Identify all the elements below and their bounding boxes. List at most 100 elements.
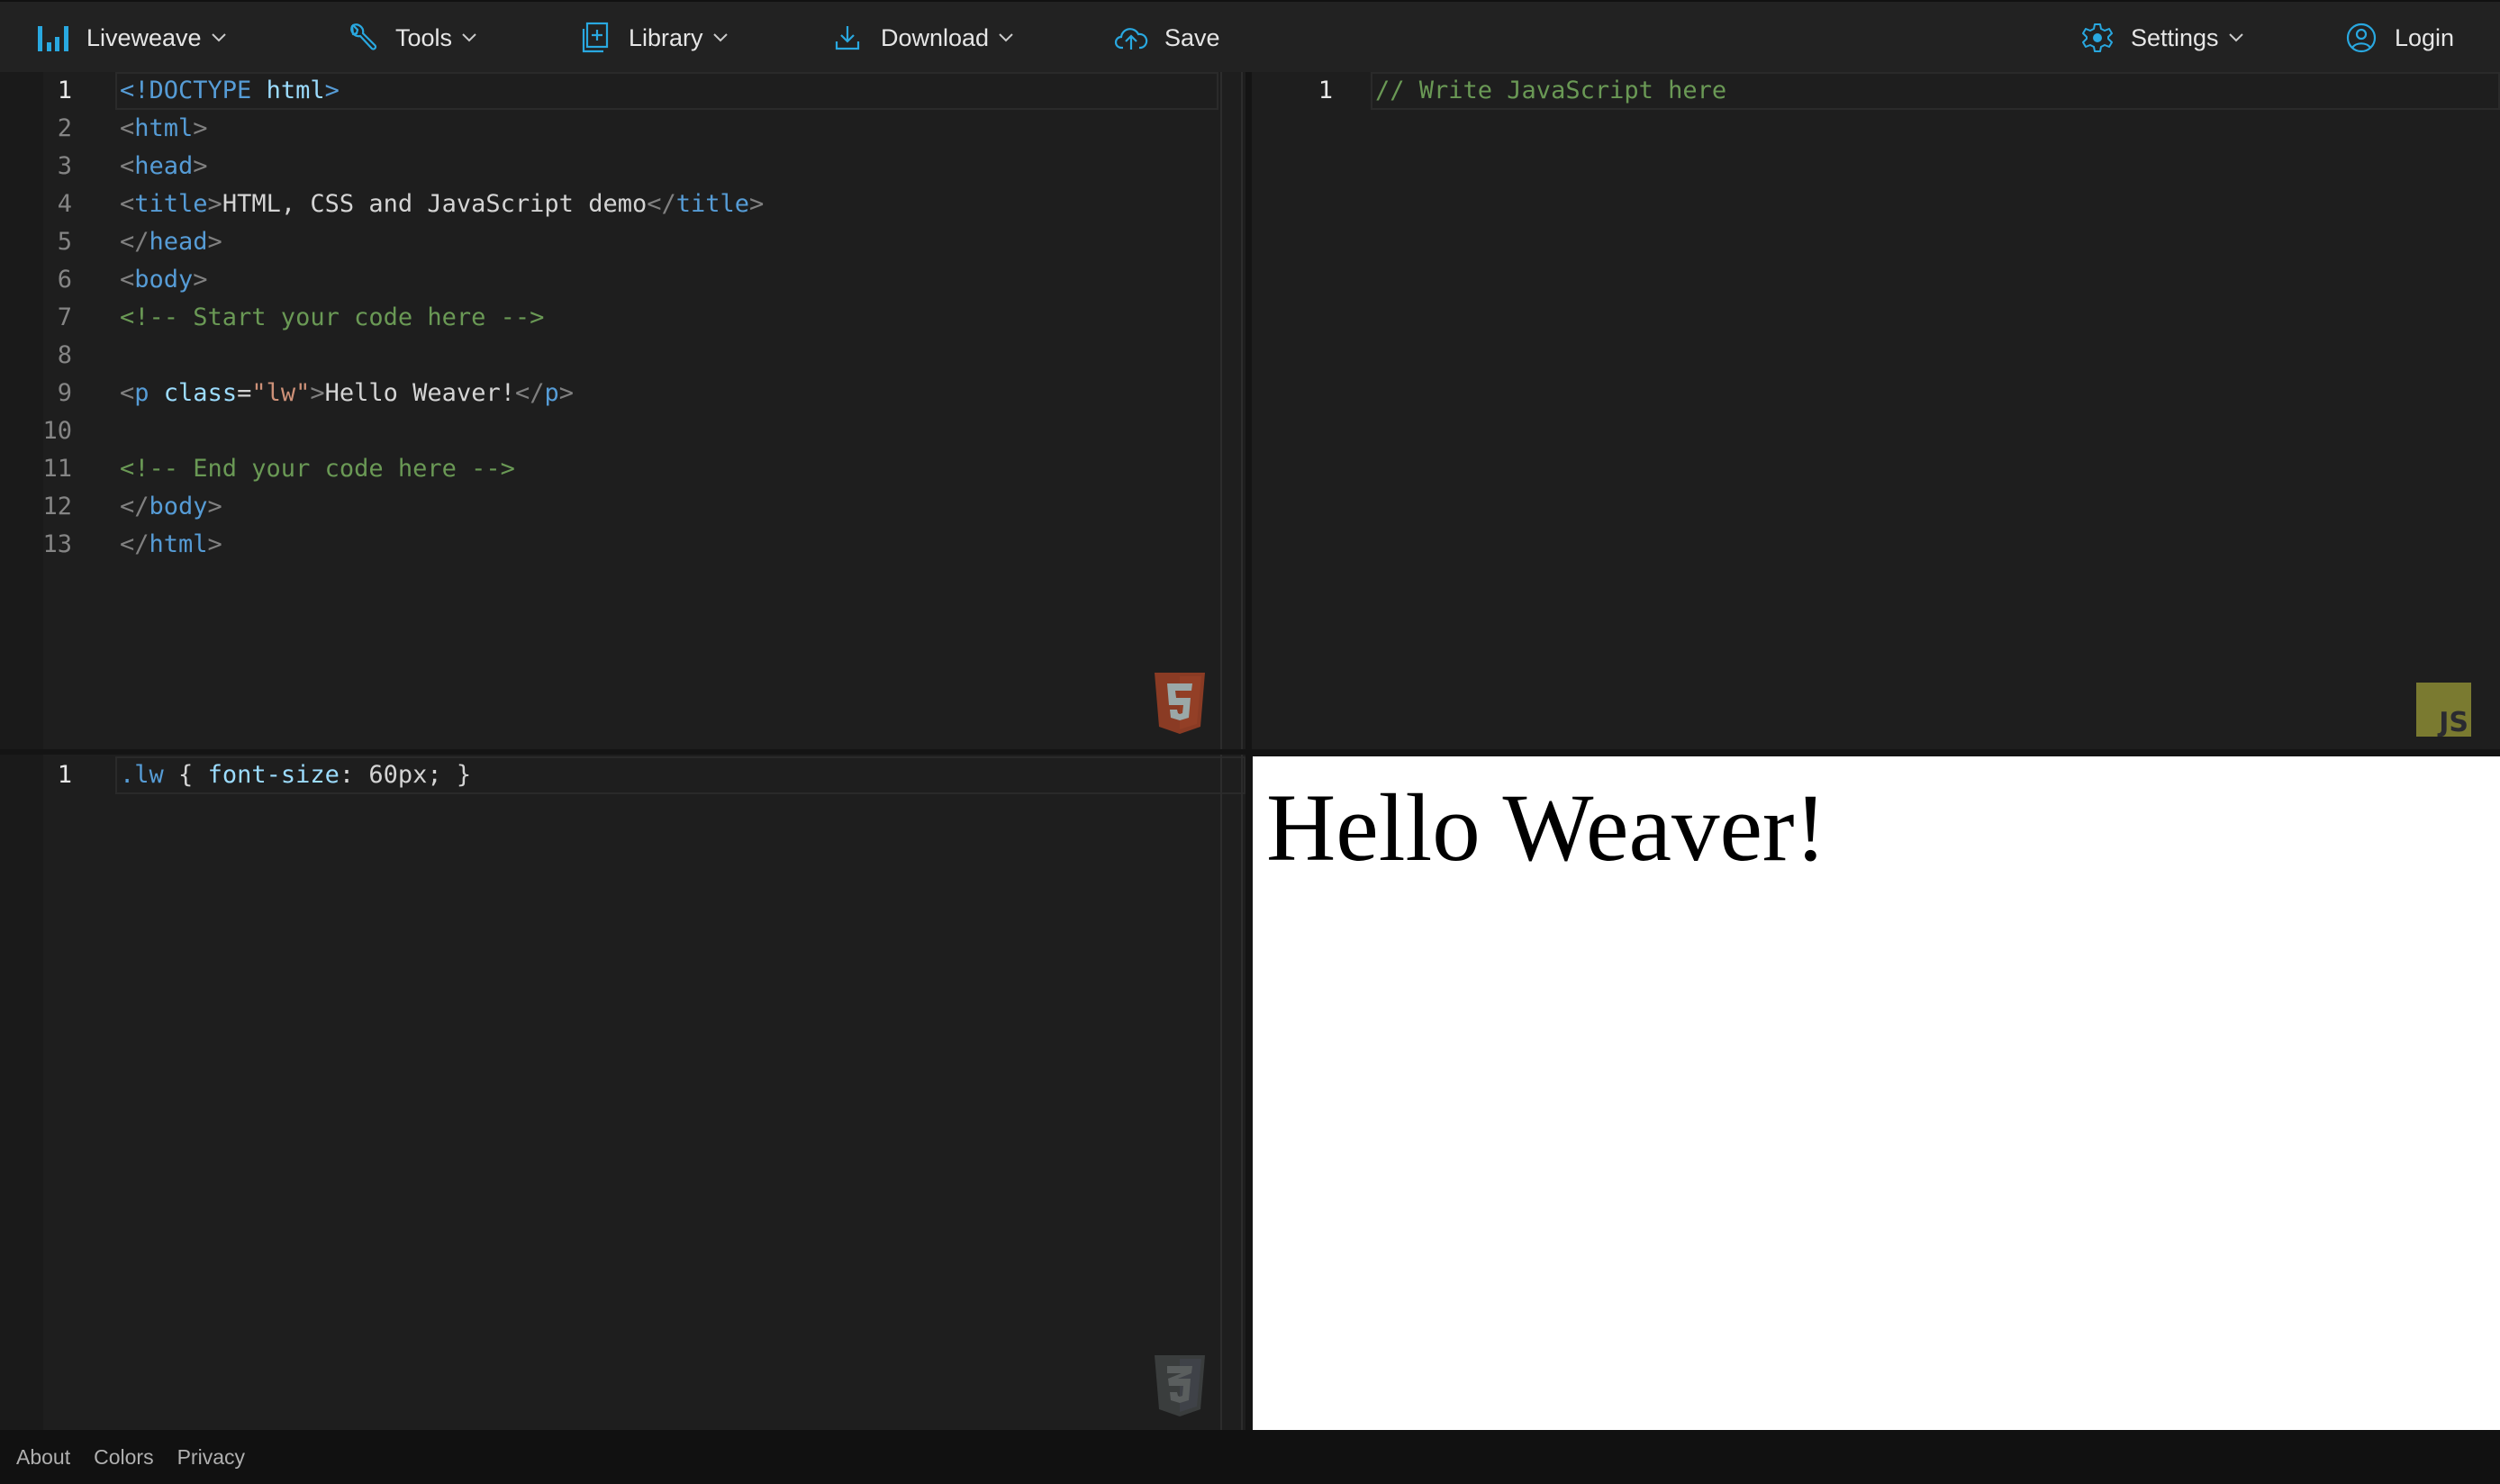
scrollbar-track[interactable]	[1241, 755, 1243, 1430]
html-editor[interactable]: <!DOCTYPE html> <html> <head> <title>HTML, …	[0, 72, 1245, 749]
top-toolbar: Liveweave Tools Library Download Save Se	[0, 0, 2500, 72]
download-label: Download	[881, 23, 990, 51]
code-token: >	[207, 190, 222, 218]
code-token: body	[149, 493, 208, 520]
html-code-area[interactable]: <!DOCTYPE html> <html> <head> <title>HTML, …	[120, 72, 1200, 749]
code-token: // Write JavaScript here	[1375, 77, 1727, 104]
tools-label: Tools	[395, 23, 453, 51]
code-line[interactable]: <head>	[120, 148, 208, 186]
code-token: class	[163, 379, 238, 407]
code-token: <!DOCTYPE	[120, 77, 252, 104]
horizontal-splitter[interactable]	[0, 749, 2500, 755]
print-margin-ruler	[1220, 755, 1222, 1430]
js-editor[interactable]: // Write JavaScript here 1 JS	[1252, 72, 2500, 749]
chevron-down-icon	[2228, 30, 2244, 46]
code-token: =	[237, 379, 252, 407]
code-token: :	[339, 761, 369, 789]
brand-label: Liveweave	[86, 23, 202, 51]
gear-icon	[2080, 21, 2115, 55]
line-number: 11	[42, 455, 72, 483]
line-number: 6	[57, 266, 72, 294]
code-token: head	[134, 152, 194, 180]
output-preview[interactable]: Hello Weaver!	[1253, 756, 2500, 1430]
login-button[interactable]: Login	[2344, 2, 2454, 74]
download-menu[interactable]: Download	[830, 2, 1014, 74]
css-code-area[interactable]: .lw { font-size: 60px; }	[120, 755, 1200, 1430]
code-line[interactable]: <p class="lw">Hello Weaver!</p>	[120, 375, 574, 412]
code-token: </	[120, 493, 149, 520]
code-token: >	[749, 190, 765, 218]
code-token: <!-- End your code here -->	[120, 455, 515, 483]
settings-menu[interactable]: Settings	[2080, 2, 2244, 74]
line-number: 5	[57, 228, 72, 256]
footer-link-colors[interactable]: Colors	[94, 1445, 153, 1470]
line-number: 2	[57, 114, 72, 142]
code-line[interactable]: </head>	[120, 223, 222, 261]
line-number: 1	[1318, 77, 1333, 104]
line-number: 10	[42, 417, 72, 445]
code-token: </	[647, 190, 676, 218]
code-token: 60px	[368, 761, 428, 789]
tools-menu[interactable]: Tools	[345, 2, 477, 74]
code-token: font-size	[207, 761, 340, 789]
line-number-gutter	[43, 755, 115, 1430]
footer: About Colors Privacy	[0, 1430, 2500, 1484]
html5-badge-icon	[1153, 671, 1207, 740]
code-token: .	[120, 761, 135, 789]
code-token: p	[544, 379, 559, 407]
line-number: 7	[57, 303, 72, 331]
code-line[interactable]: <!DOCTYPE html>	[120, 72, 340, 110]
code-token: >	[207, 493, 222, 520]
user-circle-icon	[2344, 21, 2378, 55]
brand-menu[interactable]: Liveweave	[36, 2, 227, 74]
code-token: <	[120, 190, 135, 218]
line-number: 1	[57, 761, 72, 789]
code-line[interactable]: </html>	[120, 526, 222, 564]
code-line[interactable]: <!-- End your code here -->	[120, 450, 515, 488]
code-line[interactable]: <!-- Start your code here -->	[120, 299, 544, 337]
library-label: Library	[629, 23, 703, 51]
js-badge-icon: JS	[2416, 683, 2471, 741]
chevron-down-icon	[998, 30, 1014, 46]
code-token: >	[207, 530, 222, 558]
line-number: 13	[42, 530, 72, 558]
css3-badge-icon	[1153, 1353, 1207, 1423]
code-token: >	[193, 152, 208, 180]
preview-paragraph: Hello Weaver!	[1266, 775, 1827, 882]
footer-link-privacy[interactable]: Privacy	[177, 1445, 245, 1470]
code-line[interactable]: <body>	[120, 261, 208, 299]
js-code-area[interactable]: // Write JavaScript here	[1375, 72, 2456, 749]
download-icon	[830, 21, 865, 55]
library-menu[interactable]: Library	[578, 2, 729, 74]
code-token: Hello Weaver!	[324, 379, 515, 407]
print-margin-ruler	[1220, 72, 1222, 749]
bar-chart-logo-icon	[36, 21, 70, 55]
settings-label: Settings	[2131, 23, 2219, 51]
scrollbar-track[interactable]	[1241, 72, 1243, 749]
code-token: ; }	[427, 761, 472, 789]
line-number: 3	[57, 152, 72, 180]
code-token: </	[514, 379, 545, 407]
code-token: title	[134, 190, 208, 218]
login-label: Login	[2395, 23, 2455, 51]
code-token: >	[193, 114, 208, 142]
code-token: title	[675, 190, 750, 218]
code-token: <	[120, 114, 135, 142]
code-token: html	[149, 530, 208, 558]
css-editor[interactable]: .lw { font-size: 60px; } 1	[0, 755, 1245, 1430]
code-token: lw	[134, 761, 164, 789]
code-line[interactable]: </body>	[120, 488, 222, 526]
code-token: >	[193, 266, 208, 294]
save-button[interactable]: Save	[1114, 2, 1220, 74]
code-line[interactable]: <title>HTML, CSS and JavaScript demo</ti…	[120, 186, 764, 223]
footer-link-about[interactable]: About	[16, 1445, 70, 1470]
code-token: </	[120, 228, 149, 256]
code-line[interactable]: // Write JavaScript here	[1375, 72, 1726, 110]
code-line[interactable]: .lw { font-size: 60px; }	[120, 756, 471, 794]
code-token: <!-- Start your code here -->	[120, 303, 545, 331]
code-token: >	[558, 379, 575, 407]
code-line[interactable]: <html>	[120, 110, 208, 148]
line-number: 4	[57, 190, 72, 218]
